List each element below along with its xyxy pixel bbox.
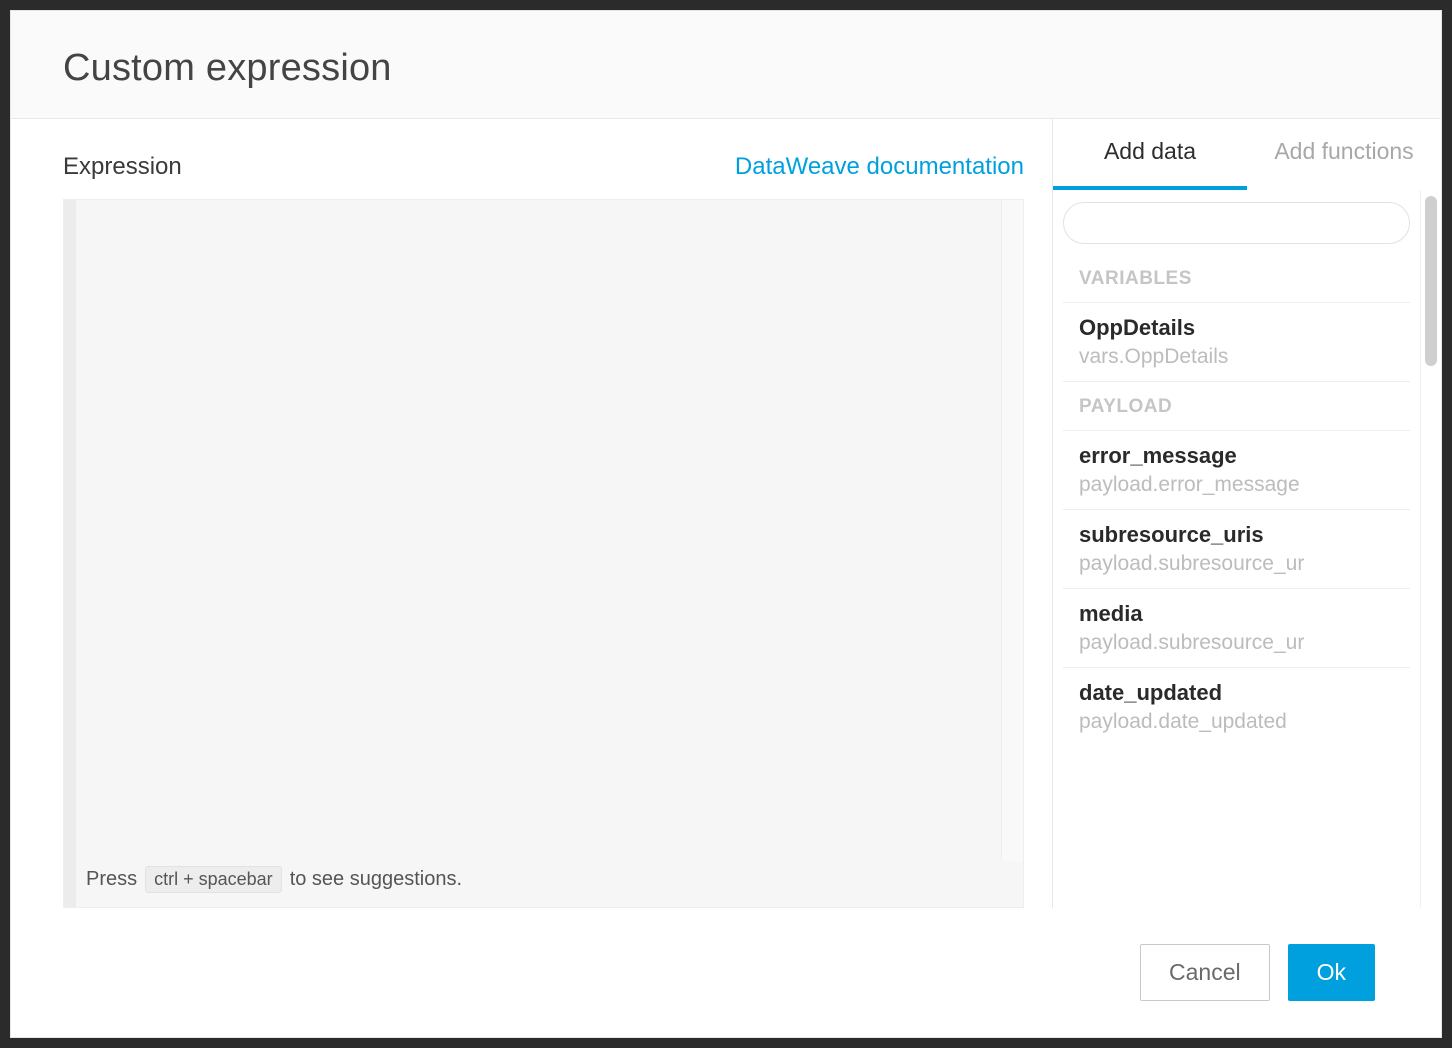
item-path: payload.subresource_ur [1079,552,1394,576]
list-item[interactable]: subresource_uris payload.subresource_ur [1063,509,1410,588]
item-name: date_updated [1079,680,1394,706]
scrollbar-thumb[interactable] [1425,196,1437,366]
item-path: payload.date_updated [1079,710,1394,734]
item-name: error_message [1079,443,1394,469]
cancel-button[interactable]: Cancel [1140,944,1270,1001]
tab-add-functions[interactable]: Add functions [1247,119,1441,190]
item-name: subresource_uris [1079,522,1394,548]
dialog-footer: Cancel Ok [11,908,1441,1037]
sidebar-inner: VARIABLES OppDetails vars.OppDetails PAY… [1053,190,1421,908]
dialog-title: Custom expression [63,47,1389,90]
list-item[interactable]: OppDetails vars.OppDetails [1063,302,1410,381]
item-path: payload.error_message [1079,473,1394,497]
hint-prefix: Press [86,868,137,891]
item-name: media [1079,601,1394,627]
editor-text-area[interactable] [64,200,1023,854]
dialog-body: Expression DataWeave documentation Press… [11,119,1441,908]
sidebar-tabs: Add data Add functions [1053,119,1441,190]
sidebar-scrollbar[interactable] [1421,190,1441,908]
section-header-payload: PAYLOAD [1063,381,1410,430]
dataweave-doc-link[interactable]: DataWeave documentation [735,153,1024,181]
list-item[interactable]: error_message payload.error_message [1063,430,1410,509]
expression-panel: Expression DataWeave documentation Press… [11,119,1053,908]
item-path: vars.OppDetails [1079,345,1394,369]
editor-hint: Press ctrl + spacebar to see suggestions… [64,854,1023,907]
sidebar-panel: Add data Add functions VARIABLES OppDeta… [1053,119,1441,908]
hint-suffix: to see suggestions. [290,868,462,891]
editor-gutter [64,200,76,907]
hint-kbd: ctrl + spacebar [145,866,282,893]
expression-header: Expression DataWeave documentation [63,153,1024,181]
item-name: OppDetails [1079,315,1394,341]
ok-button[interactable]: Ok [1288,944,1375,1001]
expression-editor[interactable]: Press ctrl + spacebar to see suggestions… [63,199,1024,908]
list-item[interactable]: media payload.subresource_ur [1063,588,1410,667]
sidebar-search-input[interactable] [1063,202,1410,244]
item-path: payload.subresource_ur [1079,631,1394,655]
tab-add-data[interactable]: Add data [1053,119,1247,190]
expression-label: Expression [63,153,182,181]
custom-expression-dialog: Custom expression Expression DataWeave d… [10,10,1442,1038]
dialog-header: Custom expression [11,11,1441,119]
section-header-variables: VARIABLES [1063,254,1410,302]
sidebar-content: VARIABLES OppDetails vars.OppDetails PAY… [1053,190,1441,908]
editor-vertical-scrollbar[interactable] [1001,200,1023,861]
list-item[interactable]: date_updated payload.date_updated [1063,667,1410,746]
